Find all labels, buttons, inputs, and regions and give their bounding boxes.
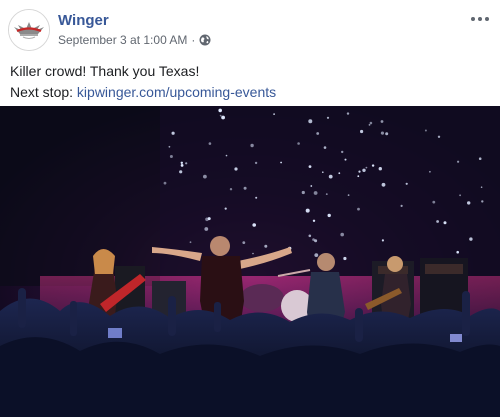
post-meta: September 3 at 1:00 AM · [58,33,211,47]
winger-logo-icon [9,10,49,50]
globe-icon[interactable] [199,34,211,46]
next-stop-label: Next stop: [10,84,77,100]
post-text-line1: Killer crowd! Thank you Texas! [10,63,200,79]
meta-separator: · [191,33,196,47]
facebook-post: Winger September 3 at 1:00 AM · Killer c… [0,0,500,417]
upcoming-events-link[interactable]: kipwinger.com/upcoming-events [77,84,276,100]
page-name-link[interactable]: Winger [58,12,109,29]
concert-photo[interactable] [0,106,500,417]
post-text: Killer crowd! Thank you Texas! Next stop… [10,61,276,103]
post-text-line2: Next stop: kipwinger.com/upcoming-events [10,82,276,103]
post-header: Winger September 3 at 1:00 AM · [0,0,500,56]
concert-stage-image [0,106,500,417]
page-avatar[interactable] [8,9,50,51]
more-options-icon[interactable] [470,12,490,24]
post-timestamp-link[interactable]: September 3 at 1:00 AM [58,33,187,47]
